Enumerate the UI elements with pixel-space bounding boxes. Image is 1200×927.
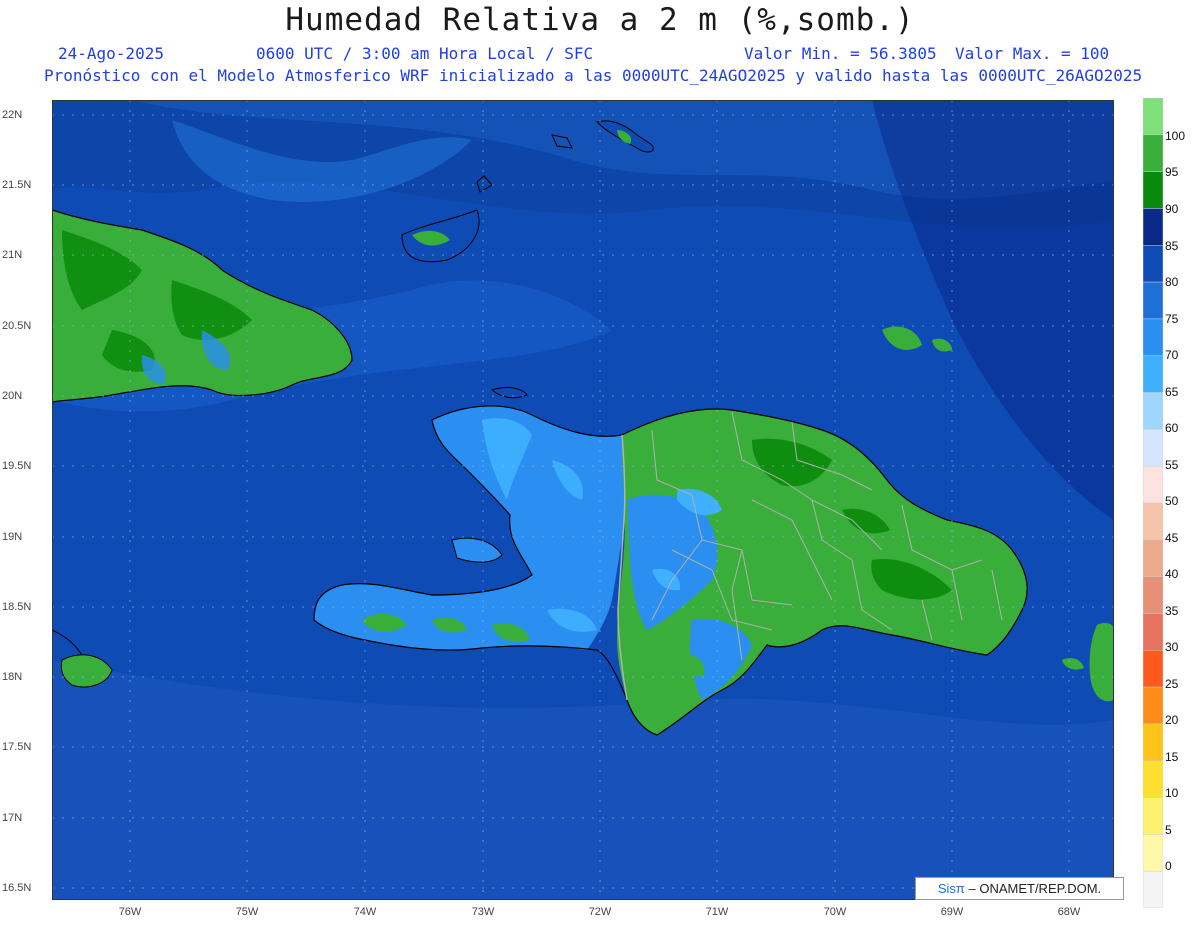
colorbar-label-25: 25 [1165, 677, 1179, 691]
colorbar-swatch [1143, 834, 1163, 872]
lat-label-17-5n: 17.5N [2, 741, 32, 753]
colorbar-swatch [1143, 281, 1163, 320]
colorbar-label-85: 85 [1165, 239, 1179, 253]
forecast-info: Pronóstico con el Modelo Atmosferico WRF… [44, 66, 1143, 85]
colorbar-label-35: 35 [1165, 604, 1179, 618]
colorbar-swatch [1143, 686, 1163, 725]
lat-label-20-5n: 20.5N [2, 320, 32, 332]
lon-label-71w: 71W [705, 906, 729, 918]
colorbar-label-30: 30 [1165, 640, 1179, 654]
lat-label-19n: 19N [2, 531, 23, 543]
lat-label-19-5n: 19.5N [2, 460, 32, 472]
colorbar-swatch [1143, 208, 1163, 246]
colorbar-swatch [1143, 539, 1163, 577]
lon-label-72w: 72W [588, 906, 612, 918]
sispi-logo: Sisπ [937, 881, 965, 896]
colorbar-label-40: 40 [1165, 567, 1179, 581]
colorbar-label-55: 55 [1165, 458, 1179, 472]
lon-label-70w: 70W [823, 906, 847, 918]
lat-label-17n: 17N [2, 812, 23, 824]
colorbar-swatch [1143, 613, 1163, 651]
colorbar [1143, 98, 1163, 908]
colorbar-label-20: 20 [1165, 713, 1179, 727]
colorbar-swatch [1143, 429, 1163, 467]
colorbar-label-0: 0 [1165, 859, 1172, 873]
colorbar-label-65: 65 [1165, 385, 1179, 399]
colorbar-label-100: 100 [1165, 129, 1186, 143]
lat-label-16-5n: 16.5N [2, 882, 32, 894]
colorbar-label-15: 15 [1165, 750, 1179, 764]
colorbar-swatch [1143, 502, 1163, 541]
time-label: 0600 UTC / 3:00 am Hora Local / SFC [256, 44, 594, 63]
map-title: Humedad Relativa a 2 m (%,somb.) [285, 2, 915, 38]
lon-label-76w: 76W [118, 906, 142, 918]
date-label: 24-Ago-2025 [58, 44, 164, 63]
colorbar-swatch [1143, 650, 1163, 688]
colorbar-swatch [1143, 392, 1163, 430]
lon-label-74w: 74W [353, 906, 377, 918]
humidity-map [52, 100, 1114, 900]
colorbar-swatch [1143, 797, 1163, 835]
colorbar-label-90: 90 [1165, 202, 1179, 216]
colorbar-label-50: 50 [1165, 494, 1179, 508]
lat-label-18n: 18N [2, 671, 23, 683]
colorbar-label-60: 60 [1165, 421, 1179, 435]
colorbar-label-75: 75 [1165, 312, 1179, 326]
colorbar-label-45: 45 [1165, 531, 1179, 545]
max-value: Valor Max. = 100 [955, 44, 1110, 63]
lon-label-73w: 73W [471, 906, 495, 918]
min-value: Valor Min. = 56.3805 [744, 44, 937, 63]
lat-label-21n: 21N [2, 249, 23, 261]
colorbar-label-10: 10 [1165, 786, 1179, 800]
lat-label-20n: 20N [2, 390, 23, 402]
lon-label-68w: 68W [1057, 906, 1081, 918]
lat-label-21-5n: 21.5N [2, 179, 32, 191]
colorbar-label-95: 95 [1165, 165, 1179, 179]
colorbar-label-80: 80 [1165, 275, 1179, 289]
colorbar-swatch [1143, 318, 1163, 356]
colorbar-swatch [1143, 134, 1163, 172]
lat-label-18-5n: 18.5N [2, 601, 32, 613]
lat-label-22n: 22N [2, 109, 23, 121]
colorbar-swatch [1143, 576, 1163, 614]
colorbar-swatch [1143, 870, 1163, 908]
colorbar-swatch [1143, 171, 1163, 209]
colorbar-swatch [1143, 98, 1163, 136]
lon-label-75w: 75W [235, 906, 259, 918]
colorbar-swatch [1143, 760, 1163, 798]
colorbar-label-5: 5 [1165, 823, 1172, 837]
colorbar-label-70: 70 [1165, 348, 1179, 362]
colorbar-swatch [1143, 355, 1163, 393]
credit-box: Sisπ – ONAMET/REP.DOM. [915, 877, 1124, 900]
lon-label-69w: 69W [940, 906, 964, 918]
colorbar-swatch [1143, 723, 1163, 761]
colorbar-swatch [1143, 245, 1163, 283]
credit-org: – ONAMET/REP.DOM. [968, 881, 1102, 896]
colorbar-swatch [1143, 465, 1163, 504]
